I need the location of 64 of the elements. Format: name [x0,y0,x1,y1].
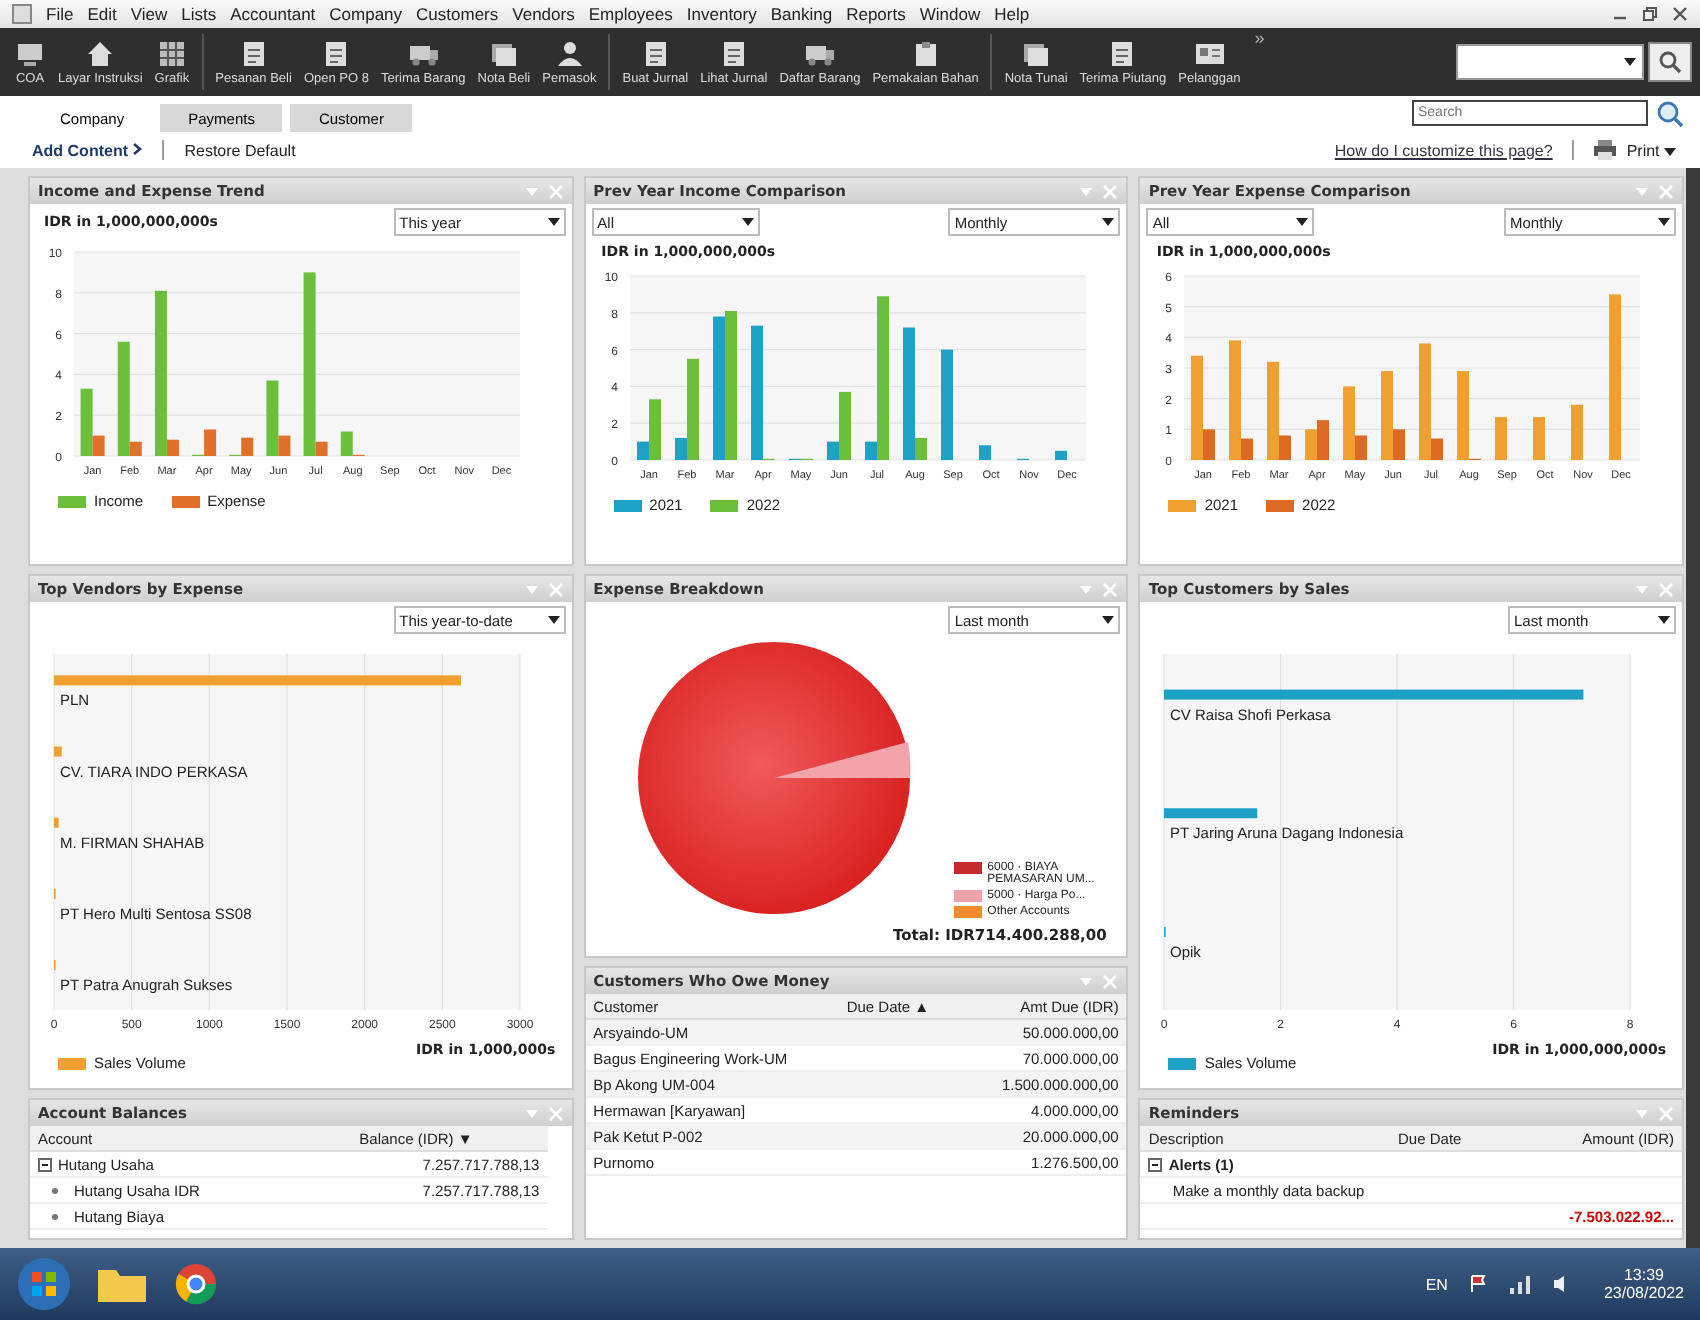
caret-icon [1102,616,1115,624]
menu-item[interactable]: View [130,4,168,24]
chart-bar [1495,417,1508,460]
monitor-icon [14,39,46,67]
caret-icon [547,616,560,624]
close-icon[interactable] [1672,6,1688,22]
restore-default-link[interactable]: Restore Default [184,141,296,159]
chart-bar [1054,450,1067,460]
signal-icon[interactable] [1507,1274,1532,1294]
chart-bar [1533,417,1546,460]
search-combo[interactable] [1456,44,1644,80]
restore-icon[interactable] [1642,6,1658,22]
help-link[interactable]: How do I customize this page? [1334,141,1553,159]
caret-icon [1664,147,1676,155]
menu-item[interactable]: Help [994,4,1030,24]
caret-icon [1658,616,1671,624]
more-button[interactable]: » [1254,28,1265,48]
add-content-link[interactable]: Add Content [32,141,143,159]
clock-date: 23/08/2022 [1603,1284,1684,1302]
card-icon [1193,39,1226,67]
menu-item[interactable]: Lists [181,4,217,24]
stack-icon [487,39,520,67]
menu-item[interactable]: Company [329,4,403,24]
caret-icon [1296,218,1309,226]
bullet-icon [52,1213,58,1219]
scrollbar[interactable] [1686,168,1700,1248]
bullet-icon [52,1187,58,1193]
grid-icon [155,39,188,67]
print-button[interactable]: Print [1626,141,1676,159]
language-indicator[interactable]: EN [1425,1275,1448,1293]
menu-item[interactable]: Window [919,4,981,24]
caret-icon [547,218,560,226]
printer-icon[interactable] [1594,140,1617,160]
chevron-icon [132,141,143,155]
start-button[interactable] [16,1256,72,1312]
menu-item[interactable]: Accountant [230,4,316,24]
menu-item[interactable]: Inventory [686,4,757,24]
chart-bar [1164,808,1258,819]
app-menu-icon[interactable] [12,4,32,24]
caret-icon [1658,218,1671,226]
collapse-icon[interactable] [1148,1157,1163,1171]
chart-bar [54,746,62,757]
stack-icon [1020,39,1053,67]
menu-item[interactable]: Employees [588,4,673,24]
menu-item[interactable]: Vendors [512,4,575,24]
menu-item[interactable]: File [46,4,74,24]
menu-item[interactable]: Edit [87,4,117,24]
collapse-icon[interactable] [38,1157,52,1171]
person-icon [553,39,586,67]
chart-bar [54,817,59,828]
chart-bar [1571,404,1584,460]
caret-icon [1102,218,1115,226]
search-icon [1658,50,1682,74]
clock-time: 13:39 [1623,1266,1664,1284]
caret-icon [741,218,754,226]
menu-item[interactable]: Customers [416,4,499,24]
browser-icon[interactable] [172,1260,220,1308]
caret-icon [1624,58,1636,66]
menu-item[interactable]: Banking [770,4,833,24]
house-icon [84,39,117,67]
menu-item[interactable]: Reports [846,4,906,24]
search-button[interactable] [1648,42,1692,82]
search-icon[interactable] [1656,100,1684,128]
flag-icon[interactable] [1467,1274,1488,1294]
